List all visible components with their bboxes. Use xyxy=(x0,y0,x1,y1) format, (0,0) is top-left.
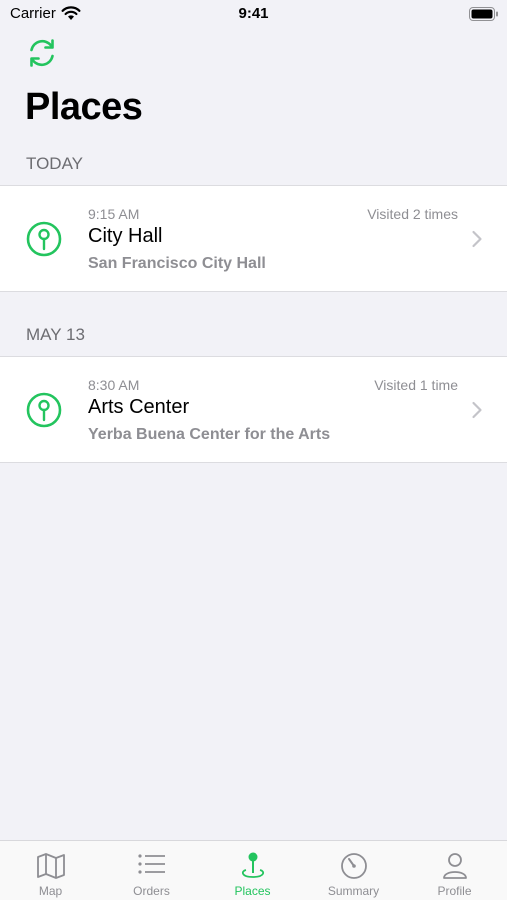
section-header-may-13: MAY 13 xyxy=(26,325,85,344)
visit-count: Visited 2 times xyxy=(367,206,458,222)
map-icon xyxy=(36,853,65,879)
place-row-arts-center[interactable]: 8:30 AM Visited 1 time Arts Center Yerba… xyxy=(0,356,507,463)
visit-count: Visited 1 time xyxy=(374,377,458,393)
page-title: Places xyxy=(25,86,143,128)
location-pin-icon xyxy=(26,221,62,257)
status-bar: Carrier 9:41 xyxy=(0,0,507,28)
gauge-icon xyxy=(340,853,367,879)
pin-icon xyxy=(241,852,264,878)
visit-time: 8:30 AM xyxy=(88,377,140,393)
tab-map[interactable]: Map xyxy=(0,841,101,900)
tab-label: Places xyxy=(234,884,271,898)
tab-label: Orders xyxy=(133,884,170,898)
tab-bar: Map Orders Places Summary Profile xyxy=(0,840,507,900)
battery-icon xyxy=(469,7,498,21)
place-address: San Francisco City Hall xyxy=(88,255,266,272)
tab-label: Profile xyxy=(437,884,472,898)
chevron-right-icon xyxy=(472,401,482,419)
tab-label: Summary xyxy=(327,884,380,898)
visit-time: 9:15 AM xyxy=(88,206,140,222)
place-name: City Hall xyxy=(88,225,163,247)
list-icon xyxy=(137,854,165,874)
place-address: Yerba Buena Center for the Arts xyxy=(88,426,331,443)
person-icon xyxy=(442,853,467,879)
section-header-today: TODAY xyxy=(26,154,83,173)
location-pin-icon xyxy=(26,392,62,428)
place-row-city-hall[interactable]: 9:15 AM Visited 2 times City Hall San Fr… xyxy=(0,185,507,292)
tab-places[interactable]: Places xyxy=(202,841,303,900)
tab-summary[interactable]: Summary xyxy=(303,841,404,900)
chevron-right-icon xyxy=(472,230,482,248)
tab-label: Map xyxy=(38,884,63,898)
status-time: 9:41 xyxy=(238,5,269,22)
refresh-icon[interactable] xyxy=(25,36,59,70)
tab-profile[interactable]: Profile xyxy=(404,841,505,900)
tab-orders[interactable]: Orders xyxy=(101,841,202,900)
place-name: Arts Center xyxy=(88,396,190,418)
